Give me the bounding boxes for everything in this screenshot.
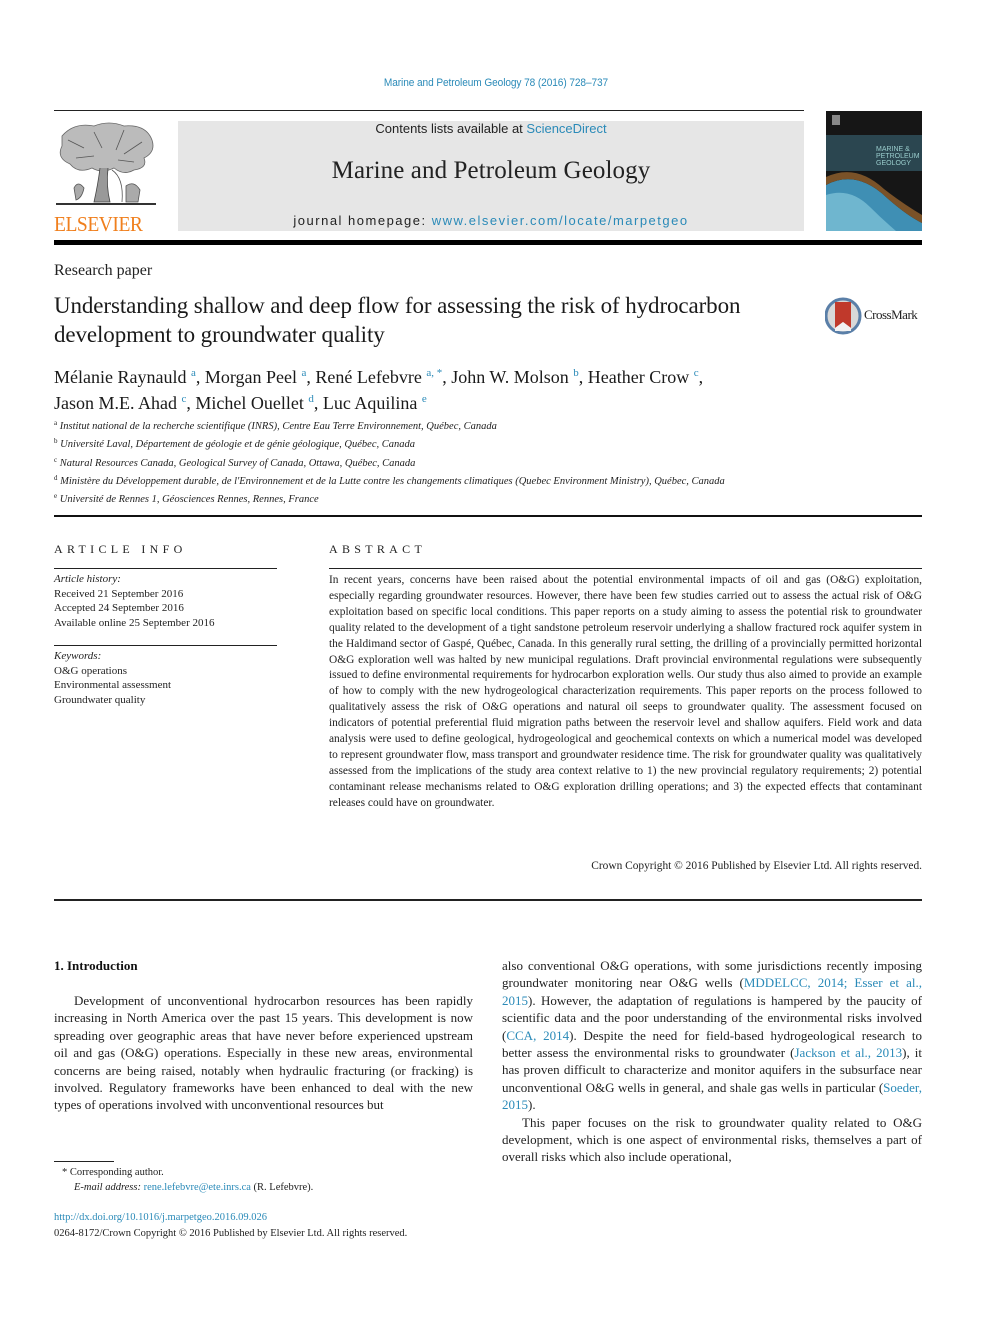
- elsevier-logo[interactable]: ELSEVIER: [54, 118, 158, 236]
- elsevier-tree-icon: [56, 122, 156, 205]
- keyword[interactable]: O&G operations: [54, 664, 277, 679]
- affiliation-key: d: [54, 473, 58, 482]
- body-column-left: Development of unconventional hydrocarbo…: [54, 992, 473, 1114]
- affiliation: d Ministère du Développement durable, de…: [54, 471, 814, 489]
- svg-text:GEOLOGY: GEOLOGY: [876, 160, 911, 167]
- author[interactable]: Heather Crow: [588, 367, 689, 387]
- email-note: E-mail address: rene.lefebvre@ete.inrs.c…: [54, 1180, 473, 1195]
- paper-title: Understanding shallow and deep flow for …: [54, 293, 741, 347]
- article-history: Article history: Received 21 September 2…: [54, 572, 277, 630]
- paragraph-text: ).: [528, 1097, 536, 1113]
- author-affiliation-mark[interactable]: e: [422, 393, 427, 405]
- body-column-right: also conventional O&G operations, with s…: [502, 957, 922, 1166]
- affiliation-text: Institut national de la recherche scient…: [59, 421, 497, 432]
- citation-link[interactable]: Jackson et al., 2013: [795, 1045, 903, 1060]
- abstract-text: In recent years, concerns have been rais…: [329, 574, 922, 809]
- crossmark-button[interactable]: CrossMark: [824, 296, 925, 336]
- abstract-copyright: Crown Copyright © 2016 Published by Else…: [591, 860, 922, 872]
- sciencedirect-link[interactable]: ScienceDirect: [526, 121, 606, 136]
- affiliation: c Natural Resources Canada, Geological S…: [54, 453, 814, 471]
- paragraph: This paper focuses on the risk to ground…: [502, 1114, 922, 1165]
- affiliation: a Institut national de la recherche scie…: [54, 416, 814, 434]
- keyword[interactable]: Groundwater quality: [54, 693, 277, 708]
- footnotes: * Corresponding author. E-mail address: …: [54, 1165, 473, 1195]
- affiliation-key: b: [54, 437, 58, 446]
- author-affiliation-mark[interactable]: a, *: [426, 367, 442, 379]
- article-info-heading: ARTICLE INFO: [54, 542, 187, 556]
- crossmark-icon: [824, 297, 862, 335]
- contents-line: Contents lists available at ScienceDirec…: [178, 121, 804, 136]
- affiliation-text: Ministère du Développement durable, de l…: [60, 475, 725, 487]
- affiliation-text: Université de Rennes 1, Géosciences Renn…: [59, 494, 319, 506]
- keywords-rule: [54, 645, 277, 646]
- header-thick-rule: [54, 240, 922, 245]
- keywords-label: Keywords:: [54, 650, 102, 662]
- affiliation-key: e: [54, 492, 58, 501]
- email-suffix: (R. Lefebvre).: [250, 1182, 314, 1193]
- contents-prefix: Contents lists available at: [375, 121, 527, 136]
- separator: ,: [578, 367, 588, 387]
- footnote-rule: [54, 1161, 114, 1162]
- paragraph: also conventional O&G operations, with s…: [502, 957, 922, 1114]
- section-heading-introduction: 1. Introduction: [54, 958, 138, 973]
- article-info-rule: [54, 568, 277, 569]
- svg-text:MARINE &: MARINE &: [876, 146, 910, 153]
- section-divider: [54, 515, 922, 517]
- author[interactable]: Morgan Peel: [205, 367, 297, 387]
- author[interactable]: Luc Aquilina: [323, 393, 417, 413]
- affiliation-key: a: [54, 419, 58, 427]
- svg-text:PETROLEUM: PETROLEUM: [876, 153, 920, 160]
- author[interactable]: Mélanie Raynauld: [54, 367, 186, 387]
- journal-title: Marine and Petroleum Geology: [331, 157, 651, 184]
- history-received: Received 21 September 2016: [54, 587, 184, 600]
- history-accepted: Accepted 24 September 2016: [54, 602, 184, 614]
- separator: ,: [195, 367, 205, 387]
- abstract-heading: ABSTRACT: [329, 542, 427, 556]
- issn-copyright: 0264-8172/Crown Copyright © 2016 Publish…: [54, 1227, 408, 1239]
- journal-cover-image[interactable]: MARINE & PETROLEUM GEOLOGY: [826, 111, 922, 231]
- journal-banner: Contents lists available at ScienceDirec…: [178, 121, 804, 231]
- homepage-prefix: journal homepage:: [293, 213, 432, 228]
- history-online: Available online 25 September 2016: [54, 616, 215, 629]
- affiliation-key: c: [54, 455, 58, 464]
- crossmark-label: CrossMark: [864, 307, 918, 322]
- affiliation-text: Université Laval, Département de géologi…: [60, 439, 415, 451]
- homepage-line: journal homepage: www.elsevier.com/locat…: [178, 213, 804, 228]
- keyword[interactable]: Environmental assessment: [54, 678, 277, 693]
- affiliation: b Université Laval, Département de géolo…: [54, 434, 814, 452]
- section-divider: [54, 899, 922, 901]
- header-rule-left: [54, 110, 178, 111]
- abstract-rule: [329, 568, 922, 569]
- corresponding-author-note: * Corresponding author.: [62, 1167, 164, 1178]
- email-link[interactable]: rene.lefebvre@ete.inrs.ca: [144, 1182, 251, 1193]
- author[interactable]: René Lefebvre: [315, 367, 421, 387]
- journal-homepage-link[interactable]: www.elsevier.com/locate/marpetgeo: [432, 213, 689, 228]
- author-list: Mélanie Raynauld a, Morgan Peel a, René …: [54, 362, 834, 414]
- journal-citation-link[interactable]: Marine and Petroleum Geology 78 (2016) 7…: [40, 77, 953, 89]
- cover-art-icon: MARINE & PETROLEUM GEOLOGY: [826, 111, 922, 231]
- separator: ,: [313, 393, 323, 413]
- affiliation: e Université de Rennes 1, Géosciences Re…: [54, 489, 814, 507]
- author[interactable]: Michel Ouellet: [195, 393, 303, 413]
- author[interactable]: Jason M.E. Ahad: [54, 393, 177, 413]
- affiliation-text: Natural Resources Canada, Geological Sur…: [59, 457, 416, 469]
- header-rule: [178, 110, 804, 111]
- separator: ,: [442, 367, 452, 387]
- elsevier-wordmark: ELSEVIER: [54, 212, 143, 236]
- author[interactable]: John W. Molson: [451, 367, 569, 387]
- affiliations: a Institut national de la recherche scie…: [54, 416, 814, 507]
- paragraph: Development of unconventional hydrocarbo…: [54, 993, 473, 1113]
- doi-block: http://dx.doi.org/10.1016/j.marpetgeo.20…: [54, 1210, 494, 1241]
- paper-type: Research paper: [54, 262, 153, 279]
- history-label: Article history:: [54, 573, 121, 585]
- doi-link[interactable]: http://dx.doi.org/10.1016/j.marpetgeo.20…: [54, 1212, 267, 1223]
- separator: ,: [698, 367, 704, 387]
- email-label: E-mail address:: [74, 1182, 144, 1193]
- citation-link[interactable]: CCA, 2014: [506, 1028, 569, 1043]
- keywords: Keywords: O&G operations Environmental a…: [54, 649, 277, 707]
